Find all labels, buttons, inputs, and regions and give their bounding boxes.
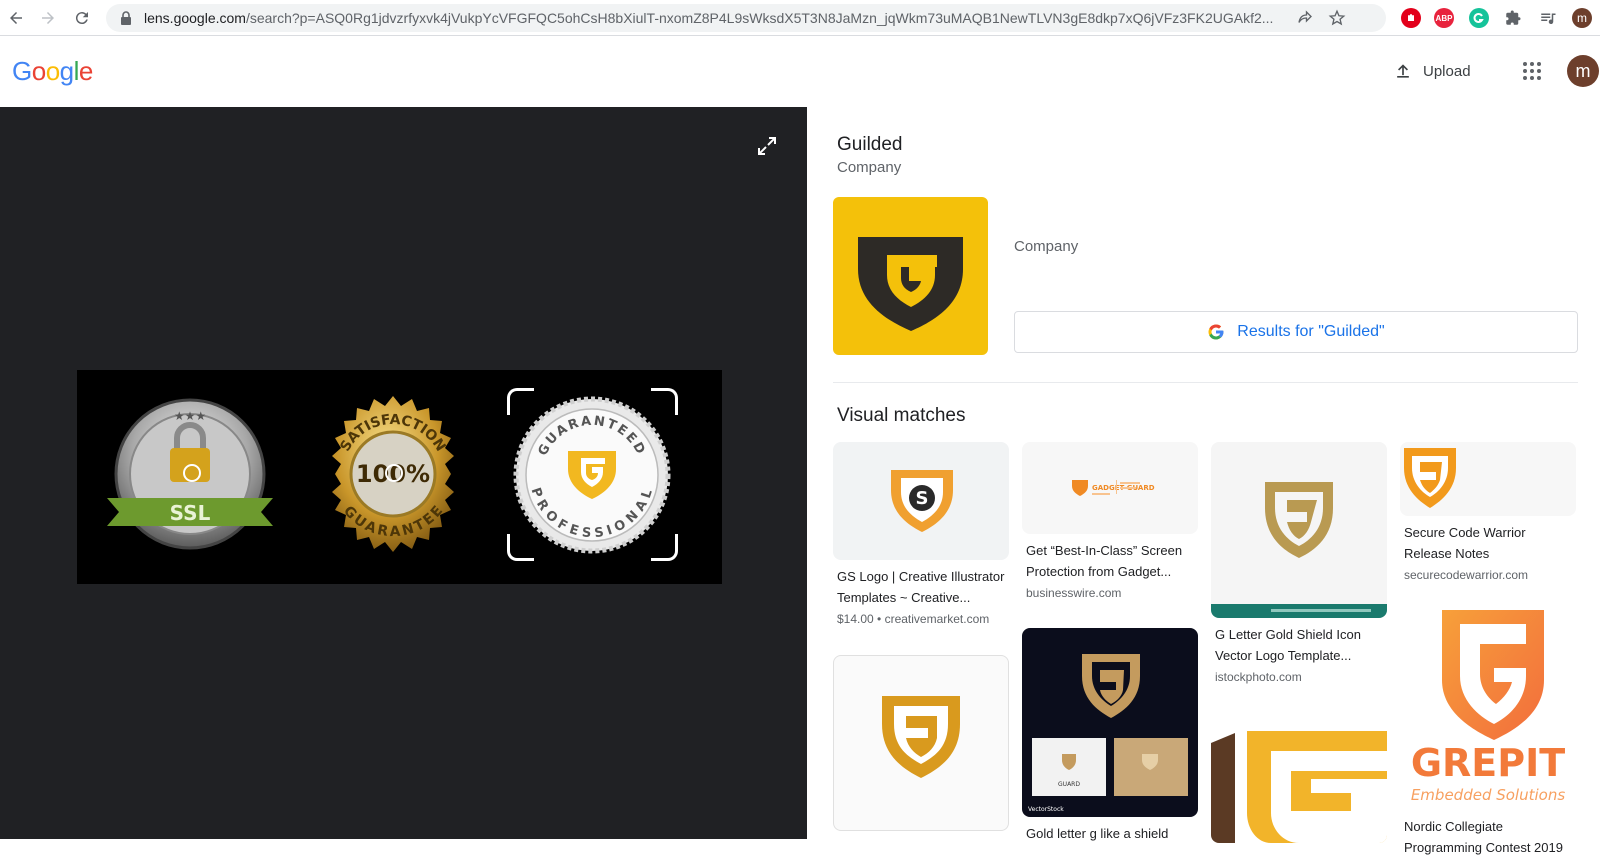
uploaded-image[interactable]: ★★★ SSL SATISFACTION GUARANTEE 100% GUAR… bbox=[77, 370, 722, 584]
forward-button[interactable] bbox=[36, 6, 60, 30]
visual-match-card[interactable]: S GS Logo | Creative Illustrator Templat… bbox=[833, 442, 1009, 626]
match-title[interactable]: Secure Code Warrior Release Notes bbox=[1400, 522, 1576, 564]
svg-text:SSL: SSL bbox=[170, 501, 211, 525]
abp-extension-icon[interactable]: ABP bbox=[1434, 8, 1454, 28]
guilded-logo-icon bbox=[858, 237, 963, 331]
match-title[interactable]: G Letter Gold Shield Icon Vector Logo Te… bbox=[1211, 624, 1387, 666]
back-button[interactable] bbox=[4, 6, 28, 30]
selection-corner-tr[interactable] bbox=[651, 388, 678, 415]
selection-corner-br[interactable] bbox=[651, 534, 678, 561]
entity-type-label: Company bbox=[1014, 238, 1079, 255]
google-header: Google Upload m bbox=[0, 36, 1600, 107]
logo-letter: g bbox=[59, 56, 74, 86]
entity-logo-image[interactable] bbox=[833, 197, 988, 355]
match-thumbnail[interactable]: GREPIT Embedded Solutions bbox=[1400, 610, 1576, 814]
image-viewer: ★★★ SSL SATISFACTION GUARANTEE 100% GUAR… bbox=[0, 107, 807, 839]
visual-match-card[interactable]: GADGET GUARD Get “Best-In-Class” Screen … bbox=[1022, 442, 1198, 600]
profile-avatar-small[interactable]: m bbox=[1572, 8, 1592, 28]
fullscreen-expand-icon[interactable] bbox=[755, 134, 779, 158]
entity-title: Guilded bbox=[837, 134, 903, 155]
results-for-label: Results for "Guilded" bbox=[1237, 323, 1385, 340]
match-thumbnail[interactable] bbox=[833, 655, 1009, 831]
match-title[interactable]: Get “Best-In-Class” Screen Protection fr… bbox=[1022, 540, 1198, 582]
svg-text:★★★: ★★★ bbox=[174, 409, 206, 423]
svg-text:GUARD: GUARD bbox=[1058, 781, 1080, 788]
match-thumbnail[interactable]: S bbox=[833, 442, 1009, 560]
grammarly-extension-icon[interactable] bbox=[1469, 8, 1489, 28]
logo-letter: o bbox=[31, 56, 46, 86]
logo-letter: G bbox=[12, 56, 32, 86]
visual-matches-heading: Visual matches bbox=[837, 405, 966, 426]
section-divider bbox=[833, 382, 1578, 383]
star-icon[interactable] bbox=[1328, 9, 1346, 27]
reload-button[interactable] bbox=[70, 6, 94, 30]
svg-text:Embedded Solutions: Embedded Solutions bbox=[1411, 786, 1566, 804]
arrow-right-icon bbox=[42, 12, 54, 24]
results-for-button[interactable]: Results for "Guilded" bbox=[1014, 311, 1578, 353]
visual-match-card[interactable]: Secure Code Warrior Release Notes secure… bbox=[1400, 442, 1576, 582]
svg-text:VectorStock: VectorStock bbox=[1028, 806, 1064, 813]
match-thumbnail[interactable] bbox=[1211, 442, 1387, 618]
lock-icon bbox=[121, 11, 131, 25]
match-source: securecodewarrior.com bbox=[1404, 568, 1529, 582]
visual-match-card[interactable]: GREPIT Embedded Solutions Nordic Collegi… bbox=[1400, 610, 1576, 858]
match-source: istockphoto.com bbox=[1215, 670, 1302, 684]
upload-label: Upload bbox=[1423, 62, 1471, 80]
abp-label: ABP bbox=[1435, 13, 1453, 23]
guaranteed-professional-badge: GUARANTEED PROFESSIONAL bbox=[513, 396, 671, 554]
reload-icon bbox=[75, 12, 88, 25]
google-g-icon bbox=[1208, 324, 1224, 340]
match-thumbnail[interactable] bbox=[1400, 442, 1576, 516]
share-icon[interactable] bbox=[1296, 9, 1314, 27]
svg-text:S: S bbox=[916, 488, 929, 509]
google-logo[interactable]: Google bbox=[12, 56, 93, 87]
visual-match-card[interactable] bbox=[1211, 713, 1387, 843]
visual-match-card[interactable] bbox=[833, 655, 1009, 831]
arrow-left-icon bbox=[10, 12, 22, 24]
selection-corner-bl[interactable] bbox=[507, 534, 534, 561]
match-title[interactable]: GS Logo | Creative Illustrator Templates… bbox=[833, 566, 1009, 608]
match-source: $14.00 • creativemarket.com bbox=[837, 612, 990, 626]
logo-letter: e bbox=[78, 56, 93, 86]
apps-grid-icon[interactable] bbox=[1523, 62, 1541, 80]
svg-text:GREPIT: GREPIT bbox=[1411, 741, 1565, 785]
media-playlist-icon[interactable] bbox=[1538, 8, 1558, 28]
browser-toolbar: lens.google.com/search?p=ASQ0Rg1jdvzrfyx… bbox=[0, 0, 1600, 36]
object-select-dot-ssl[interactable] bbox=[183, 464, 201, 482]
upload-icon bbox=[1397, 64, 1409, 78]
logo-letter: o bbox=[45, 56, 60, 86]
results-panel: Guilded Company Company Results for "Gui… bbox=[807, 107, 1600, 855]
match-title[interactable]: Nordic Collegiate Programming Contest 20… bbox=[1400, 816, 1576, 858]
selection-corner-tl[interactable] bbox=[507, 388, 534, 415]
account-avatar[interactable]: m bbox=[1567, 55, 1599, 87]
object-select-dot-satisfaction[interactable] bbox=[385, 464, 403, 482]
visual-match-card[interactable]: G Letter Gold Shield Icon Vector Logo Te… bbox=[1211, 442, 1387, 684]
stop-extension-icon[interactable] bbox=[1401, 8, 1421, 28]
match-thumbnail[interactable]: GUARD VectorStock bbox=[1022, 628, 1198, 817]
entity-subtitle: Company bbox=[837, 159, 902, 176]
url-text: lens.google.com/search?p=ASQ0Rg1jdvzrfyx… bbox=[144, 10, 1274, 26]
puzzle-extensions-icon[interactable] bbox=[1503, 8, 1523, 28]
match-title[interactable]: Gold letter g like a shield bbox=[1022, 823, 1198, 844]
match-thumbnail[interactable] bbox=[1211, 713, 1387, 843]
visual-match-card[interactable]: GUARD VectorStock Gold letter g like a sh… bbox=[1022, 628, 1198, 844]
match-thumbnail[interactable]: GADGET GUARD bbox=[1022, 442, 1198, 534]
address-bar[interactable]: lens.google.com/search?p=ASQ0Rg1jdvzrfyx… bbox=[106, 4, 1386, 32]
upload-button[interactable]: Upload bbox=[1393, 61, 1471, 81]
match-source: businesswire.com bbox=[1026, 586, 1122, 600]
